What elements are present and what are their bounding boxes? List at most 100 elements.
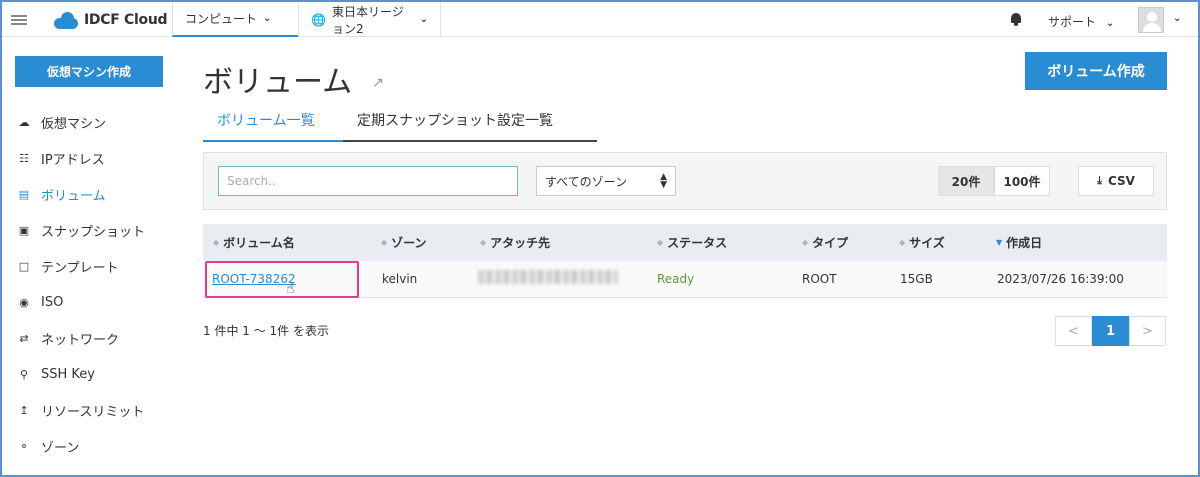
page-size-100[interactable]: 100件 bbox=[994, 166, 1050, 196]
column-header-label: タイプ bbox=[812, 236, 849, 250]
column-header-name[interactable]: ◆ ボリューム名 bbox=[213, 234, 295, 251]
column-header-label: ゾーン bbox=[391, 236, 427, 250]
tab-volume-list[interactable]: ボリューム一覧 bbox=[217, 110, 315, 130]
sidebar-item-iso[interactable]: ◉ ISO bbox=[17, 292, 63, 312]
support-label: サポート bbox=[1048, 15, 1097, 29]
cell-type: ROOT bbox=[802, 272, 837, 286]
sort-icon: ◆ bbox=[480, 238, 487, 247]
download-icon: ⤓ bbox=[1097, 174, 1102, 187]
sort-desc-icon: ▼ bbox=[996, 238, 1003, 247]
volume-name-link[interactable]: ROOT-738262 bbox=[212, 272, 296, 286]
cloud-icon: ☁ bbox=[18, 115, 30, 129]
column-header-size[interactable]: ◆ サイズ bbox=[899, 234, 945, 251]
arrow-up-icon: ↥ bbox=[19, 403, 29, 417]
table-row: ROOT-738262 kelvin Ready ROOT 15GB 2023/… bbox=[203, 261, 1167, 298]
cell-zone: kelvin bbox=[382, 272, 418, 286]
sidebar-item-ssh-key[interactable]: ⚲ SSH Key bbox=[17, 364, 95, 384]
volume-icon: ▤ bbox=[18, 187, 30, 201]
sidebar-item-vm[interactable]: ☁ 仮想マシン bbox=[17, 112, 107, 132]
sidebar-item-resource-limit[interactable]: ↥ リソースリミット bbox=[17, 400, 144, 420]
csv-download-button[interactable]: ⤓ CSV bbox=[1078, 166, 1154, 196]
nav-compute[interactable]: コンピュート ⌄ bbox=[172, 2, 298, 37]
sidebar-item-label: 仮想マシン bbox=[41, 116, 107, 132]
sidebar-item-ip[interactable]: ☷ IPアドレス bbox=[17, 148, 105, 168]
hand-cursor-icon: ☝ bbox=[286, 281, 295, 297]
logo[interactable]: IDCF Cloud bbox=[54, 10, 168, 30]
table-header: ◆ ボリューム名 ◆ ゾーン ◆ アタッチ先 ◆ ステータス ◆ タイプ ◆ サ… bbox=[203, 224, 1167, 261]
tab-scheduled-snapshot[interactable]: 定期スナップショット設定一覧 bbox=[357, 110, 553, 130]
select-arrows-icon: ▲ ▼ bbox=[660, 172, 667, 190]
top-bar: IDCF Cloud コンピュート ⌄ 🌐 東日本リージョン2 ⌄ サポート ⌄… bbox=[2, 2, 1198, 37]
sidebar-item-label: ISO bbox=[41, 294, 64, 310]
share-icon: ⚬ bbox=[19, 439, 29, 453]
column-header-label: ボリューム名 bbox=[223, 236, 295, 250]
sidebar-item-label: ゾーン bbox=[41, 440, 80, 456]
tab-bar: ボリューム一覧 定期スナップショット設定一覧 bbox=[203, 102, 597, 142]
zone-select-value: すべてのゾーン bbox=[545, 174, 628, 189]
disc-icon: ◉ bbox=[19, 295, 29, 309]
column-header-label: ステータス bbox=[667, 236, 728, 250]
create-vm-button[interactable]: 仮想マシン作成 bbox=[15, 56, 163, 87]
network-tree-icon: ☷ bbox=[19, 151, 29, 165]
globe-icon: 🌐 bbox=[311, 12, 326, 27]
csv-label: CSV bbox=[1107, 174, 1135, 188]
column-header-label: 作成日 bbox=[1006, 236, 1043, 250]
chevron-down-icon: ⌄ bbox=[263, 13, 272, 24]
column-header-zone[interactable]: ◆ ゾーン bbox=[381, 234, 427, 251]
search-input[interactable] bbox=[218, 166, 518, 196]
column-header-attached[interactable]: ◆ アタッチ先 bbox=[480, 234, 550, 251]
cell-size: 15GB bbox=[900, 272, 933, 286]
sidebar-item-label: ネットワーク bbox=[41, 332, 120, 348]
chevron-down-icon: ⌄ bbox=[1105, 18, 1115, 29]
nav-compute-label: コンピュート bbox=[185, 12, 258, 26]
sidebar-item-label: スナップショット bbox=[41, 224, 146, 240]
nav-region[interactable]: 🌐 東日本リージョン2 ⌄ bbox=[298, 2, 441, 37]
next-page-button[interactable]: > bbox=[1129, 316, 1166, 346]
sidebar-item-label: ボリューム bbox=[41, 188, 106, 204]
chevron-down-icon: ⌄ bbox=[419, 14, 428, 25]
page-size-20[interactable]: 20件 bbox=[938, 166, 994, 196]
column-header-label: サイズ bbox=[909, 236, 945, 250]
bell-icon[interactable] bbox=[1010, 13, 1022, 26]
shuffle-icon: ⇄ bbox=[19, 331, 29, 345]
pagination: < 1 > bbox=[1055, 316, 1166, 346]
status-text: Ready bbox=[657, 272, 695, 286]
active-tab-indicator bbox=[203, 140, 343, 142]
chevron-down-icon[interactable]: ⌄ bbox=[1173, 13, 1181, 24]
sidebar-item-template[interactable]: □ テンプレート bbox=[17, 256, 119, 276]
column-header-type[interactable]: ◆ タイプ bbox=[802, 234, 848, 251]
zone-select[interactable]: すべてのゾーン ▲ ▼ bbox=[536, 166, 676, 196]
sort-icon: ◆ bbox=[802, 238, 809, 247]
external-link-icon[interactable]: ↗ bbox=[372, 75, 384, 91]
page-button-current[interactable]: 1 bbox=[1092, 316, 1129, 346]
support-menu[interactable]: サポート ⌄ bbox=[1048, 13, 1114, 30]
sidebar-item-label: テンプレート bbox=[41, 260, 119, 276]
sort-icon: ◆ bbox=[899, 238, 906, 247]
pagination-summary: 1 件中 1 ～ 1件 を表示 bbox=[203, 324, 329, 338]
column-header-created[interactable]: ▼ 作成日 bbox=[996, 234, 1042, 251]
cell-created: 2023/07/26 16:39:00 bbox=[997, 272, 1124, 286]
sidebar-item-snapshot[interactable]: ▣ スナップショット bbox=[17, 220, 145, 240]
sidebar-item-zone[interactable]: ⚬ ゾーン bbox=[17, 436, 79, 456]
column-header-label: アタッチ先 bbox=[490, 236, 551, 250]
hamburger-menu-icon[interactable] bbox=[11, 15, 27, 25]
sort-icon: ◆ bbox=[381, 238, 388, 247]
avatar[interactable] bbox=[1138, 7, 1164, 33]
document-icon: □ bbox=[18, 259, 30, 273]
sidebar-item-volume[interactable]: ▤ ボリューム bbox=[17, 184, 106, 204]
logo-text: IDCF Cloud bbox=[84, 12, 168, 28]
prev-page-button[interactable]: < bbox=[1055, 316, 1092, 346]
sort-icon: ◆ bbox=[657, 238, 664, 247]
attached-vm-redacted bbox=[478, 270, 618, 284]
column-header-status[interactable]: ◆ ステータス bbox=[657, 234, 727, 251]
cloud-logo-icon bbox=[54, 11, 80, 29]
camera-icon: ▣ bbox=[18, 223, 30, 237]
create-volume-button[interactable]: ボリューム作成 bbox=[1025, 52, 1167, 90]
filter-panel: すべてのゾーン ▲▼ 20件 100件 ⤓ CSV bbox=[203, 152, 1167, 210]
sort-icon: ◆ bbox=[213, 238, 220, 247]
page-title: ボリューム bbox=[203, 65, 353, 100]
cell-name: ROOT-738262 bbox=[212, 272, 296, 286]
sidebar-item-label: リソースリミット bbox=[41, 404, 145, 420]
sidebar-item-network[interactable]: ⇄ ネットワーク bbox=[17, 328, 119, 348]
sidebar-item-label: IPアドレス bbox=[41, 152, 105, 168]
